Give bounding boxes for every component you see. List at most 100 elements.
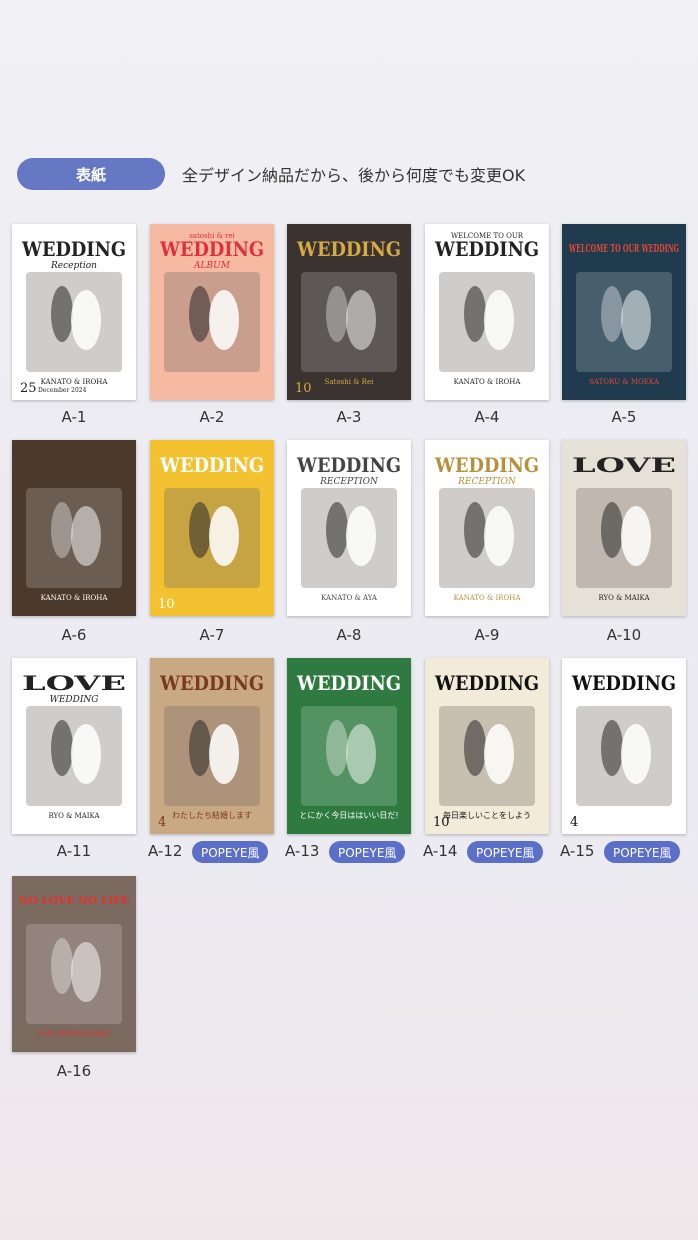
person-silhouette: [621, 724, 651, 784]
design-card-a-16[interactable]: NO LOVE NO LIFE OUR WEDDINGDAY: [12, 876, 136, 1052]
popeye-style-badge: POPEYE風: [329, 841, 406, 863]
person-silhouette: [326, 502, 348, 558]
cover-names: KANATO & IROHA: [41, 378, 109, 386]
cover-names: Satoshi & Rei: [325, 378, 374, 386]
cover-issue-number: 10: [295, 381, 312, 396]
design-id-label: A-6: [61, 626, 87, 644]
cover-names: RYO & MAIKA: [598, 594, 650, 602]
design-card-a-2[interactable]: satoshi & rei WEDDING ALBUM: [150, 224, 274, 400]
cover-title: LOVE: [572, 453, 676, 477]
design-card-a-14[interactable]: WEDDING 毎日楽しいことをしよう 10: [425, 658, 549, 834]
person-silhouette: [189, 502, 211, 558]
cover-preview: WELCOME TO OURWEDDINGKANATO & IROHA: [434, 232, 539, 386]
person-silhouette: [209, 724, 239, 784]
design-card-a-13[interactable]: WEDDING とにかく今日ははいい日だ!: [287, 658, 411, 834]
design-card-a-12[interactable]: WEDDING わたしたち結婚します 4: [150, 658, 274, 834]
cover-preview: WEDDINGReception 25 December 2024KANATO & …: [20, 237, 126, 396]
cover-title: WELCOME TO OUR WEDDING: [568, 242, 679, 255]
person-silhouette: [464, 286, 486, 342]
design-id-label: A-16: [56, 1062, 92, 1080]
design-card-a-8[interactable]: WEDDING RECEPTION KANATO & AYA: [287, 440, 411, 616]
person-silhouette: [51, 286, 73, 342]
design-id-label: A-4: [474, 408, 500, 426]
cover-preview: WEDDING わたしたち結婚します 4: [158, 671, 264, 830]
person-silhouette: [346, 506, 376, 566]
design-card-a-9[interactable]: WEDDING RECEPTION KANATO & IROHA: [425, 440, 549, 616]
design-id-label: A-10: [606, 626, 642, 644]
cover-names: KANATO & IROHA: [41, 594, 109, 602]
cover-names: KANATO & IROHA: [454, 594, 522, 602]
cover-names: SATORU & MOEKA: [589, 378, 660, 386]
person-silhouette: [621, 290, 651, 350]
person-silhouette: [601, 720, 623, 776]
person-silhouette: [189, 286, 211, 342]
cover-title: WEDDING: [434, 237, 539, 261]
design-id-label: A-5: [611, 408, 637, 426]
cover-preview: LOVE RYO & MAIKA: [572, 453, 676, 602]
design-card-a-1[interactable]: WEDDING Reception 25 December 2024 KANATO & …: [12, 224, 136, 400]
design-card-a-5[interactable]: WELCOME TO OUR WEDDING SATORU & MOEKA: [562, 224, 686, 400]
person-silhouette: [601, 286, 623, 342]
design-id-label: A-11: [56, 842, 92, 860]
design-card-a-11[interactable]: LOVE WEDDING RYO & MAIKA: [12, 658, 136, 834]
person-silhouette: [71, 506, 101, 566]
person-silhouette: [346, 724, 376, 784]
cover-names: RYO & MAIKA: [48, 812, 100, 820]
cover-preview: KANATO & IROHA: [26, 488, 122, 602]
cover-issue-number: 25: [20, 381, 37, 396]
cover-preview: NO LOVE NO LIFE OUR WEDDINGDAY: [19, 894, 129, 1038]
person-silhouette: [51, 720, 73, 776]
cover-preview: WEDDING 10 Satoshi & Rei: [295, 237, 401, 396]
cover-preview: LOVEWEDDING RYO & MAIKA: [22, 671, 126, 820]
cover-title: WEDDING: [296, 671, 401, 695]
cover-subtitle: ALBUM: [193, 261, 231, 271]
cover-names: KANATO & AYA: [321, 594, 378, 602]
person-silhouette: [484, 290, 514, 350]
design-card-a-3[interactable]: WEDDING 10 Satoshi & Rei: [287, 224, 411, 400]
design-id-label: A-14: [423, 842, 458, 860]
design-card-a-6[interactable]: KANATO & IROHA: [12, 440, 136, 616]
person-silhouette: [71, 290, 101, 350]
design-id-label: A-9: [474, 626, 500, 644]
cover-subtitle: Reception: [50, 261, 97, 271]
cover-subtitle: RECEPTION: [457, 477, 517, 487]
cover-date: December 2024: [38, 387, 87, 394]
cover-preview: WEDDING 10: [158, 453, 264, 612]
design-id-label: A-1: [61, 408, 87, 426]
popeye-style-badge: POPEYE風: [192, 841, 269, 863]
cover-preview: WELCOME TO OUR WEDDING SATORU & MOEKA: [568, 242, 679, 386]
design-card-a-15[interactable]: WEDDING 4: [562, 658, 686, 834]
cover-issue-number: 10: [158, 597, 175, 612]
cover-title: WEDDING: [571, 671, 676, 695]
cover-names: KANATO & IROHA: [454, 378, 522, 386]
person-silhouette: [484, 506, 514, 566]
cover-issue-number: 4: [570, 815, 578, 830]
person-silhouette: [189, 720, 211, 776]
design-id-label: A-15: [560, 842, 595, 860]
cover-title: NO LOVE NO LIFE: [19, 894, 129, 907]
design-card-a-4[interactable]: WELCOME TO OUR WEDDING KANATO & IROHA: [425, 224, 549, 400]
person-silhouette: [484, 724, 514, 784]
design-card-a-7[interactable]: WEDDING 10: [150, 440, 274, 616]
cover-tagline: わたしたち結婚します: [172, 810, 252, 820]
cover-title: LOVE: [22, 671, 126, 695]
cover-tagline: 毎日楽しいことをしよう: [443, 810, 531, 820]
person-silhouette: [464, 502, 486, 558]
design-id-label: A-13: [285, 842, 320, 860]
design-card-a-10[interactable]: LOVE RYO & MAIKA: [562, 440, 686, 616]
cover-names: OUR WEDDINGDAY: [38, 1030, 111, 1038]
design-id-label: A-3: [336, 408, 362, 426]
cover-title: WEDDING: [296, 453, 401, 477]
person-silhouette: [621, 506, 651, 566]
cover-tab-button[interactable]: 表紙: [17, 158, 165, 190]
cover-title: WEDDING: [434, 453, 539, 477]
design-id-label: A-12: [148, 842, 183, 860]
popeye-style-badge: POPEYE風: [467, 841, 544, 863]
cover-title: WEDDING: [159, 237, 264, 261]
cover-preview: WEDDING 毎日楽しいことをしよう10: [433, 671, 539, 830]
cover-preview: WEDDINGRECEPTION KANATO & IROHA: [434, 453, 539, 602]
cover-title: WEDDING: [159, 671, 264, 695]
person-silhouette: [71, 942, 101, 1002]
person-silhouette: [71, 724, 101, 784]
cover-preview: satoshi & reiWEDDINGALBUM: [159, 232, 264, 372]
